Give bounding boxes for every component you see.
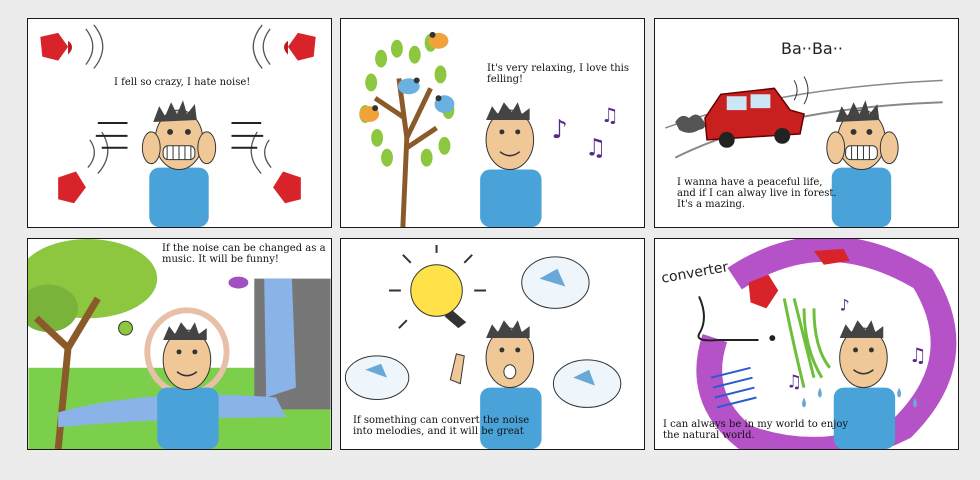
svg-text:♫: ♫ [601, 104, 619, 127]
light-bulb-icon [388, 244, 487, 329]
character-figure [826, 100, 899, 227]
bird-icon [428, 31, 449, 49]
svg-text:♫: ♫ [786, 372, 802, 393]
panel-1-caption: I fell so crazy, I hate noise! [114, 77, 251, 88]
sound-effect-text: Ba··Ba·· [781, 39, 843, 58]
speaker-icon [40, 24, 104, 69]
car-icon [704, 87, 805, 148]
exhaust-cloud-icon [675, 114, 706, 133]
panel-1-illustration [40, 24, 316, 227]
svg-text:♪: ♪ [840, 295, 850, 314]
thought-bubble-icon [344, 355, 410, 400]
panel-6-caption: I can always be in my world to enjoy the… [663, 419, 849, 441]
panel-2-caption: It's very relaxing, I love this felling! [487, 63, 629, 85]
panel-4-caption: If the noise can be changed as a music. … [162, 243, 326, 265]
speaker-icon [58, 131, 109, 204]
thought-bubble-icon [521, 256, 590, 309]
character-figure [480, 102, 542, 227]
comic-panel-4: If the noise can be changed as a music. … [27, 238, 332, 450]
svg-text:♪: ♪ [551, 115, 567, 145]
svg-text:♫: ♫ [909, 344, 927, 367]
panel-3-caption: I wanna have a peaceful life, and if I c… [677, 177, 837, 210]
music-note-icon: ♪ ♫ ♫ [551, 104, 618, 162]
speaker-icon [250, 131, 301, 204]
panel-5-caption: If something can convert the noise into … [353, 415, 530, 437]
character-figure [144, 307, 230, 449]
comic-panel-1: I fell so crazy, I hate noise! [27, 18, 332, 228]
thought-bubble-icon [552, 359, 622, 408]
comic-panel-3: Ba··Ba·· I wanna have a peaceful life, a… [654, 18, 959, 228]
bird-icon [228, 276, 249, 289]
panel-4-illustration [28, 239, 331, 449]
comic-panel-5: If something can convert the noise into … [340, 238, 645, 450]
comic-panel-6: ♫ ♪ ♫ converter I can always be in my wo… [654, 238, 959, 450]
character-figure [141, 100, 217, 227]
tree-icon [359, 33, 455, 227]
panel-2-illustration: ♪ ♫ ♫ [359, 31, 619, 227]
svg-text:♫: ♫ [585, 134, 606, 162]
comic-panel-2: ♪ ♫ ♫ It's very relaxing, I love this fe… [340, 18, 645, 228]
speaker-icon [252, 24, 316, 69]
bird-icon [434, 95, 455, 114]
